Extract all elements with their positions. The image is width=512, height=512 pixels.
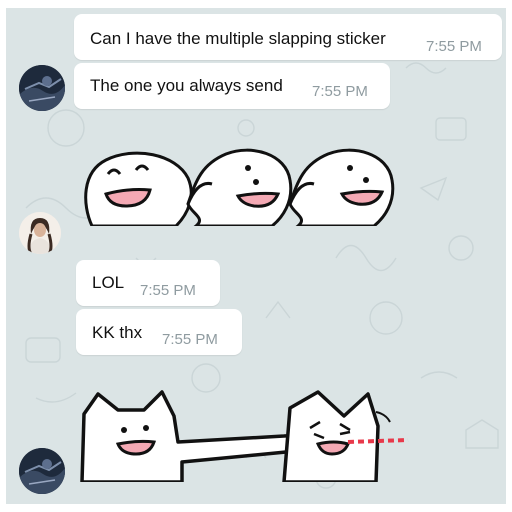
slapping-cat <box>80 390 298 482</box>
message-bubble[interactable]: Can I have the multiple slapping sticker… <box>74 14 502 60</box>
chat-area[interactable]: Can I have the multiple slapping sticker… <box>6 8 506 504</box>
avatar-image <box>19 65 65 111</box>
blob-2 <box>186 148 293 226</box>
sender-avatar[interactable] <box>19 448 65 494</box>
message-text: LOL <box>92 273 125 292</box>
blob-1 <box>84 151 193 226</box>
message-text: The one you always send <box>90 76 283 95</box>
message-bubble[interactable]: The one you always send 7:55 PM <box>74 63 390 109</box>
message-bubble[interactable]: KK thx 7:55 PM <box>76 309 242 355</box>
sender-avatar[interactable] <box>19 212 61 254</box>
sender-avatar[interactable] <box>19 65 65 111</box>
avatar-image <box>19 212 61 254</box>
message-bubble[interactable]: LOL 7:55 PM <box>76 260 220 306</box>
avatar-image <box>19 448 65 494</box>
cat-slapping-sticker[interactable] <box>78 386 418 482</box>
message-timestamp: 7:55 PM <box>140 282 196 299</box>
message-timestamp: 7:55 PM <box>426 38 482 55</box>
message-timestamp: 7:55 PM <box>312 83 368 100</box>
message-timestamp: 7:55 PM <box>162 331 218 348</box>
slapped-cat <box>282 390 409 482</box>
message-text: Can I have the multiple slapping sticker <box>90 29 386 48</box>
three-laughing-blobs-sticker[interactable] <box>76 144 416 226</box>
message-text: KK thx <box>92 323 143 342</box>
blob-3 <box>288 148 395 226</box>
